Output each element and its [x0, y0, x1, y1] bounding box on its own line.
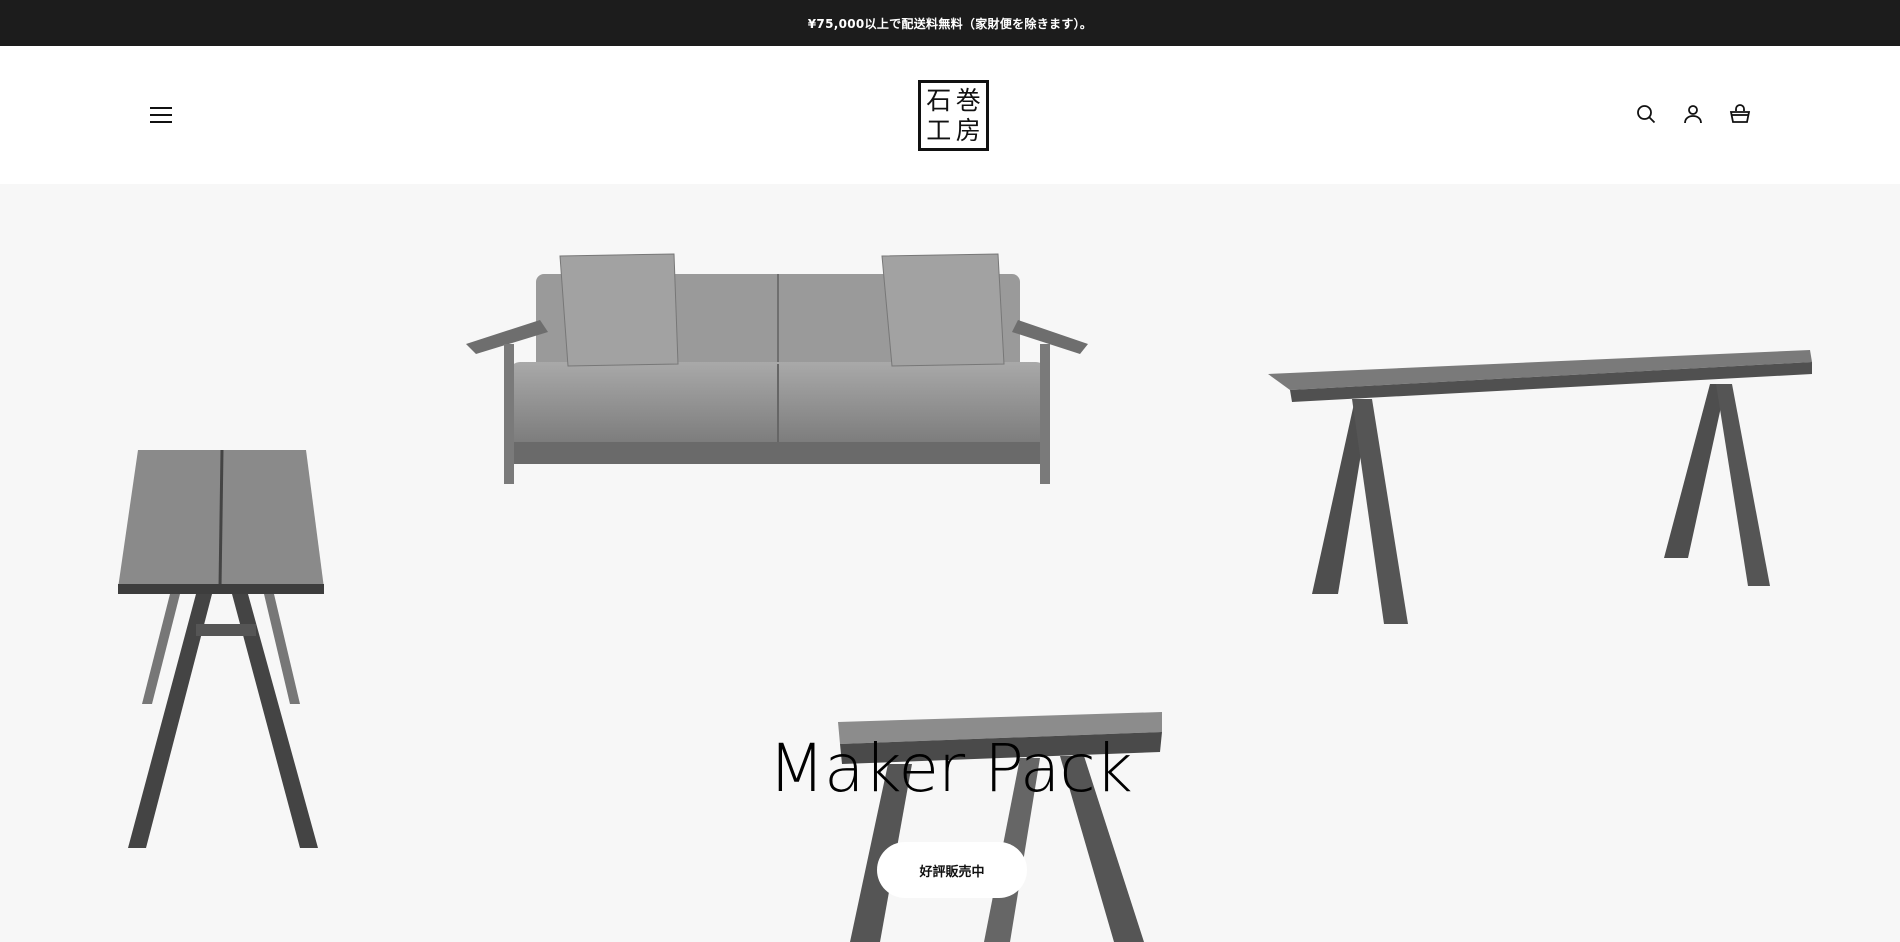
- hero-banner: Maker Pack 好評販売中: [0, 184, 1900, 942]
- brand-logo[interactable]: 石 巻 工 房: [918, 80, 989, 151]
- logo-char: 石: [926, 86, 952, 116]
- announcement-text: ¥75,000以上で配送料無料（家財便を除きます）。: [807, 16, 1093, 31]
- site-header: 石 巻 工 房: [0, 46, 1900, 184]
- sofa-image: [466, 253, 1088, 484]
- logo-char: 房: [955, 115, 981, 145]
- hero-title: Maker Pack: [768, 730, 1133, 807]
- announcement-bar: ¥75,000以上で配送料無料（家財便を除きます）。: [0, 0, 1900, 46]
- account-icon[interactable]: [1681, 102, 1705, 126]
- hero-product-collage: [118, 253, 1812, 942]
- long-table-image: [1268, 350, 1812, 624]
- logo-char: 巻: [955, 86, 981, 116]
- menu-icon[interactable]: [150, 101, 178, 129]
- cart-icon[interactable]: [1728, 102, 1752, 126]
- header-actions: [1634, 102, 1752, 126]
- hero-cta-button[interactable]: 好評販売中: [877, 842, 1027, 898]
- search-icon[interactable]: [1634, 102, 1658, 126]
- logo-char: 工: [926, 115, 952, 145]
